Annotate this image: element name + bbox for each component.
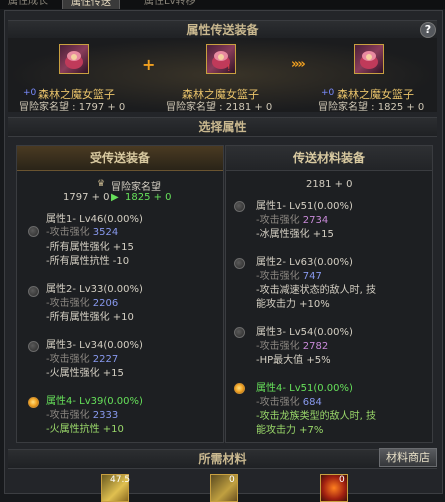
receiver-attr-3-line-1: -攻击强化 2227 (46, 354, 119, 365)
receiver-item-reputation: 冒险家名望 : 1797 + 0 (19, 102, 126, 113)
select-attribute-header: 选择属性 (8, 117, 437, 137)
source-attr-1-line-2: -冰属性强化 +15 (256, 229, 334, 240)
material-shop-button[interactable]: 材料商店 (379, 448, 437, 467)
svg-text:!: ! (227, 64, 231, 73)
source-attr-3-radio[interactable] (234, 327, 245, 338)
source-attr-3-title[interactable]: 属性3- Lv54(0.00%) (256, 323, 353, 338)
receiver-rep-to: 1825 + 0 (125, 192, 172, 203)
source-panel-title: 传送材料装备 (226, 146, 432, 171)
receiver-attr-2-title[interactable]: 属性2- Lv33(0.00%) (46, 280, 143, 295)
source-attr-4-line-2: -攻击龙族类型的敌人时, 技 (256, 411, 376, 422)
help-icon[interactable]: ? (420, 22, 436, 38)
source-attr-4-radio[interactable] (234, 383, 245, 394)
source-attr-3-line-1: -攻击强化 2782 (256, 341, 329, 352)
result-item-reputation: 冒险家名望 : 1825 + 0 (318, 102, 425, 113)
source-attr-4-title[interactable]: 属性4- Lv51(0.00%) (256, 379, 353, 394)
receiver-attr-3-line-2: -火属性强化 +15 (46, 368, 124, 379)
source-panel: 传送材料装备 2181 + 0 属性1- Lv51(0.00%) -攻击强化 2… (225, 145, 433, 443)
receiver-attr-1-line-3: -所有属性抗性 -10 (46, 256, 130, 267)
result-item-stack: +0 (321, 88, 335, 98)
receiver-rep-from: 1797 + 0 (63, 192, 110, 203)
plus-icon: + (142, 55, 156, 74)
receiver-attr-1-radio[interactable] (28, 226, 39, 237)
receiver-item-icon[interactable] (59, 44, 89, 74)
receiver-attr-2-line-1: -攻击强化 2206 (46, 298, 119, 309)
source-attr-1-radio[interactable] (234, 201, 245, 212)
tab-attribute-level-transfer[interactable]: 属性Lv转移 (136, 0, 204, 9)
receiver-item-stack: +0 (23, 88, 37, 98)
source-item-reputation: 冒险家名望 : 2181 + 0 (166, 102, 273, 113)
receiver-attr-2-radio[interactable] (28, 286, 39, 297)
basket-icon (360, 51, 378, 69)
material-2-count: 0 (229, 475, 235, 485)
basket-icon (65, 51, 83, 69)
result-item-icon[interactable] (354, 44, 384, 74)
receiver-attr-2-line-2: -所有属性强化 +10 (46, 312, 134, 323)
source-attr-1-line-1: -攻击强化 2734 (256, 215, 329, 226)
receiver-attr-4-radio[interactable] (28, 397, 39, 408)
receiver-attr-3-radio[interactable] (28, 341, 39, 352)
tab-attribute-growth[interactable]: 属性成长 (0, 0, 56, 9)
receiver-attr-1-line-2: -所有属性强化 +15 (46, 242, 134, 253)
source-attr-2-line-3: 能攻击力 +10% (256, 299, 330, 310)
material-1-count: 47.5 (110, 475, 131, 485)
source-attr-1-title[interactable]: 属性1- Lv51(0.00%) (256, 197, 353, 212)
source-attr-2-title[interactable]: 属性2- Lv63(0.00%) (256, 253, 353, 268)
arrow-right-icon: »» (291, 57, 306, 72)
rep-arrow-icon: ▶ (111, 192, 119, 203)
basket-icon: ! (212, 51, 231, 73)
source-attr-3-line-2: -HP最大值 +5% (256, 355, 331, 366)
receiver-panel-title: 受传送装备 (17, 146, 223, 171)
source-attr-2-line-2: -攻击减速状态的敌人时, 技 (256, 285, 376, 296)
receiver-attr-4-line-2: -火属性抗性 +10 (46, 424, 124, 435)
source-attr-4-line-1: -攻击强化 684 (256, 397, 322, 408)
receiver-attr-4-line-1: -攻击强化 2333 (46, 410, 119, 421)
transfer-equipment-header: 属性传送装备 (8, 20, 437, 40)
source-attr-4-line-3: 能攻击力 +7% (256, 425, 324, 436)
receiver-attr-4-title[interactable]: 属性4- Lv39(0.00%) (46, 392, 143, 407)
source-item-icon[interactable]: ! (206, 44, 236, 74)
receiver-attr-1-line-1: -攻击强化 3524 (46, 227, 119, 238)
source-rep: 2181 + 0 (306, 179, 353, 190)
tab-attribute-transfer[interactable]: 属性传送 (62, 0, 120, 9)
crown-icon: ♛ (97, 179, 106, 189)
source-attr-2-radio[interactable] (234, 258, 245, 269)
receiver-rep-label: 冒险家名望 (111, 182, 161, 193)
required-materials-header: 所需材料 (8, 449, 437, 469)
material-3-count: 0 (339, 475, 345, 485)
receiver-panel: 受传送装备 ♛ 冒险家名望 1797 + 0 ▶ 1825 + 0 属性1- L… (16, 145, 224, 443)
tab-bar: 属性成长 属性传送 属性Lv转移 (0, 0, 445, 9)
receiver-attr-3-title[interactable]: 属性3- Lv34(0.00%) (46, 336, 143, 351)
source-attr-2-line-1: -攻击强化 747 (256, 271, 322, 282)
